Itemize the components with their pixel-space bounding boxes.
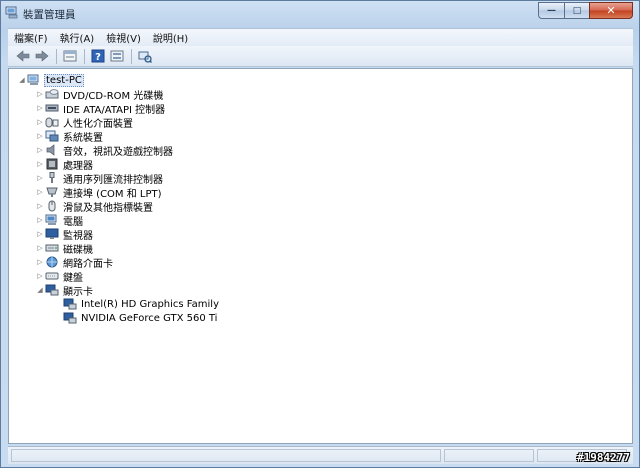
tree-category-disk[interactable]: ▷ 磁碟機 [35,241,94,256]
tree-category-sound[interactable]: ▷ 音效，視訊及遊戲控制器 [35,143,174,158]
computer-icon [27,74,39,85]
toolbar-separator [56,48,57,64]
sound-icon [46,144,55,156]
monitor-icon [45,228,59,239]
expand-arrow-icon[interactable]: ▷ [35,171,45,185]
category-label: 顯示卡 [63,286,93,298]
window-title: 裝置管理員 [23,9,76,21]
tree-category-monitor[interactable]: ▷ 監視器 [35,227,94,242]
help-icon[interactable]: ? [89,48,106,65]
device-manager-icon [5,6,18,19]
status-pane [444,449,534,462]
device-label: NVIDIA GeForce GTX 560 Ti [81,312,218,324]
menu-file[interactable]: 檔案(F) [8,30,54,45]
expand-arrow-icon[interactable]: ▷ [35,241,45,255]
tree-category-display[interactable]: ◢ 顯示卡 [35,283,94,298]
status-bar [8,446,633,464]
expand-arrow-icon[interactable]: ▷ [35,129,45,143]
back-icon[interactable] [14,48,31,65]
expand-arrow-icon[interactable]: ▷ [35,213,45,227]
collapse-arrow-icon[interactable]: ◢ [35,283,45,297]
category-label: IDE ATA/ATAPI 控制器 [63,104,166,116]
network-adapter-icon [46,256,58,268]
expand-arrow-icon[interactable]: ▷ [35,185,45,199]
hid-icon [45,117,59,128]
tree-category-mouse[interactable]: ▷ 滑鼠及其他指標裝置 [35,199,154,214]
category-label: 鍵盤 [63,272,83,284]
category-label: 系統裝置 [63,132,103,144]
display-adapter-icon [45,284,59,296]
title-bar[interactable]: 裝置管理員 — □ ✕ [1,1,639,27]
disk-drive-icon [45,244,59,252]
toolbar-separator [131,48,132,64]
tree-category-computer[interactable]: ▷ 電腦 [35,213,84,228]
dvd-drive-icon [45,89,59,99]
system-device-icon [45,130,59,142]
tree-category-keyboard[interactable]: ▷ 鍵盤 [35,269,84,284]
tree-root-node[interactable]: ◢ test-PC [17,73,84,87]
ide-controller-icon [45,104,59,112]
processor-icon [46,158,58,170]
display-adapter-icon [63,312,77,324]
properties-icon[interactable] [61,48,78,65]
expand-arrow-icon[interactable]: ▷ [35,227,45,241]
menu-action[interactable]: 執行(A) [54,30,101,45]
window-frame: 裝置管理員 — □ ✕ 檔案(F) 執行(A) 檢視(V) 說明(H) ? ◢ … [0,0,640,468]
menu-bar: 檔案(F) 執行(A) 檢視(V) 說明(H) [8,28,633,46]
category-label: 連接埠 (COM 和 LPT) [63,188,162,200]
category-label: 磁碟機 [63,244,93,256]
toolbar: ? [8,46,633,67]
tree-category-hid[interactable]: ▷ 人性化介面裝置 [35,115,134,130]
expand-arrow-icon[interactable]: ▷ [35,115,45,129]
keyboard-icon [45,272,59,280]
minimize-button[interactable]: — [538,2,564,19]
menu-help[interactable]: 說明(H) [147,30,194,45]
mouse-icon [48,200,56,212]
tree-category-ports[interactable]: ▷ 連接埠 (COM 和 LPT) [35,185,163,200]
collapse-arrow-icon[interactable]: ◢ [17,73,27,87]
display-adapter-icon [63,298,77,310]
category-label: 監視器 [63,230,93,242]
tree-category-ide[interactable]: ▷ IDE ATA/ATAPI 控制器 [35,101,166,116]
expand-arrow-icon[interactable]: ▷ [35,157,45,171]
category-label: DVD/CD-ROM 光碟機 [63,90,164,102]
device-view-icon[interactable] [108,48,125,65]
category-label: 音效，視訊及遊戲控制器 [63,146,173,158]
tree-category-network[interactable]: ▷ 網路介面卡 [35,255,114,270]
expand-arrow-icon[interactable]: ▷ [35,87,45,101]
maximize-button[interactable]: □ [564,2,589,19]
device-tree[interactable]: ◢ test-PC ▷ DVD/CD-ROM 光碟機 ▷ IDE ATA/ATA… [8,68,633,444]
device-label: Intel(R) HD Graphics Family [81,298,219,310]
tree-category-processor[interactable]: ▷ 處理器 [35,157,94,172]
tree-device-nvidia-gpu[interactable]: NVIDIA GeForce GTX 560 Ti [63,311,218,325]
root-label: test-PC [44,73,84,87]
watermark-text: #1984277 [577,451,630,464]
computer-icon [45,214,57,225]
close-button[interactable]: ✕ [589,2,633,19]
svg-text:?: ? [95,52,101,63]
scan-hardware-icon[interactable] [136,48,153,65]
category-label: 通用序列匯流排控制器 [63,174,163,186]
tree-category-dvd[interactable]: ▷ DVD/CD-ROM 光碟機 [35,87,164,102]
tree-category-usb[interactable]: ▷ 通用序列匯流排控制器 [35,171,164,186]
category-label: 處理器 [63,160,93,172]
category-label: 電腦 [63,216,83,228]
category-label: 人性化介面裝置 [63,118,133,130]
toolbar-separator [84,48,85,64]
category-label: 網路介面卡 [63,258,113,270]
port-icon [46,187,58,197]
menu-view[interactable]: 檢視(V) [100,30,147,45]
tree-category-system[interactable]: ▷ 系統裝置 [35,129,104,144]
tree-device-intel-gpu[interactable]: Intel(R) HD Graphics Family [63,297,220,311]
forward-icon[interactable] [33,48,50,65]
expand-arrow-icon[interactable]: ▷ [35,255,45,269]
expand-arrow-icon[interactable]: ▷ [35,143,45,157]
expand-arrow-icon[interactable]: ▷ [35,101,45,115]
usb-icon [49,172,55,183]
expand-arrow-icon[interactable]: ▷ [35,199,45,213]
status-pane [11,449,441,462]
expand-arrow-icon[interactable]: ▷ [35,269,45,283]
category-label: 滑鼠及其他指標裝置 [63,202,153,214]
